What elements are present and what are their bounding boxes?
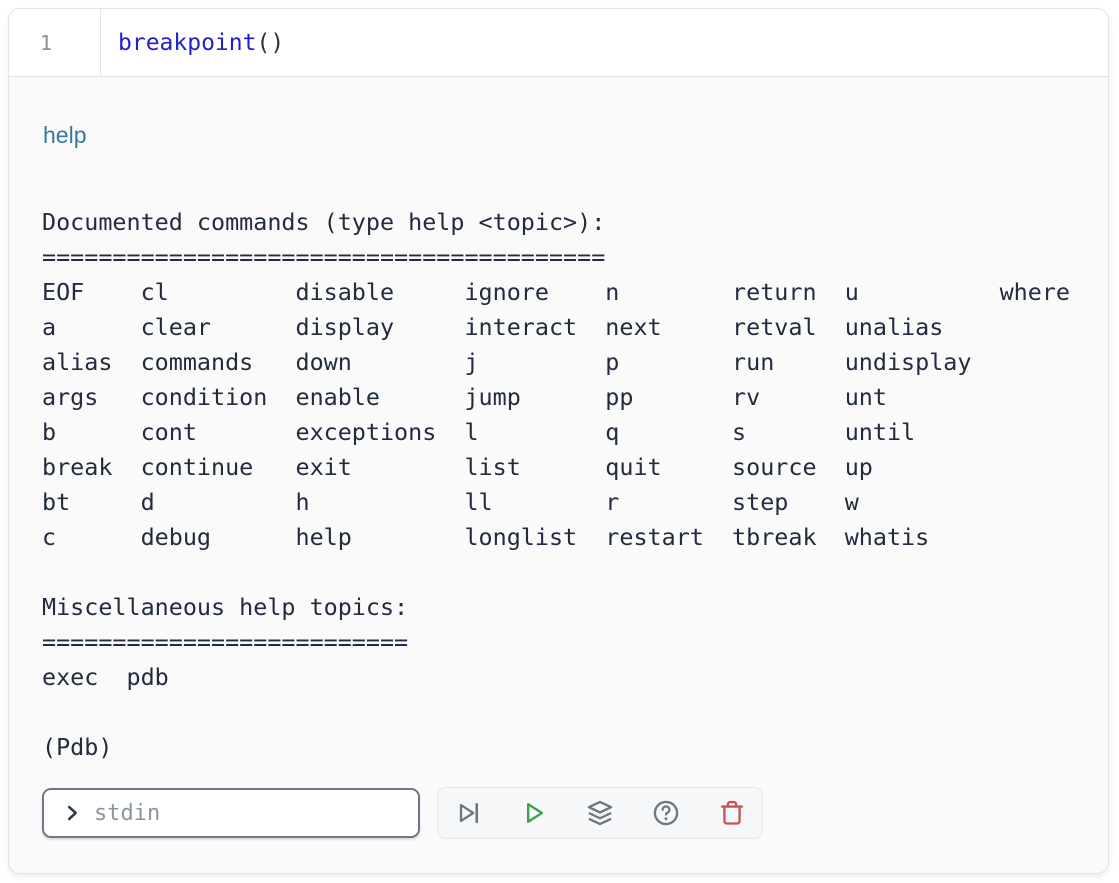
- step-next-button[interactable]: [454, 799, 482, 827]
- line-number-gutter: 1: [9, 9, 101, 76]
- stack-button[interactable]: [586, 799, 614, 827]
- console-controls: [42, 787, 763, 839]
- trash-icon: [718, 799, 746, 827]
- skip-next-icon: [454, 799, 482, 827]
- console-output-area: help Documented commands (type help <top…: [9, 77, 1108, 873]
- debugger-panel: 1 breakpoint() help Documented commands …: [8, 8, 1109, 874]
- pdb-output-text: Documented commands (type help <topic>):…: [42, 205, 1070, 765]
- play-icon: [520, 799, 548, 827]
- code-builtin-token: breakpoint: [118, 30, 256, 56]
- stdin-input[interactable]: [92, 800, 406, 827]
- clear-button[interactable]: [718, 799, 746, 827]
- stdin-field-container[interactable]: [42, 788, 420, 838]
- code-editor-line[interactable]: 1 breakpoint(): [9, 9, 1108, 77]
- layers-icon: [586, 799, 614, 827]
- chevron-right-icon: [61, 802, 83, 824]
- code-punctuation-token: (): [256, 30, 284, 56]
- echoed-command: help: [43, 121, 86, 149]
- run-button[interactable]: [520, 799, 548, 827]
- line-number: 1: [40, 31, 52, 55]
- help-circle-icon: [652, 799, 680, 827]
- help-button[interactable]: [652, 799, 680, 827]
- code-content[interactable]: breakpoint(): [101, 9, 284, 76]
- debugger-toolbar: [437, 787, 763, 839]
